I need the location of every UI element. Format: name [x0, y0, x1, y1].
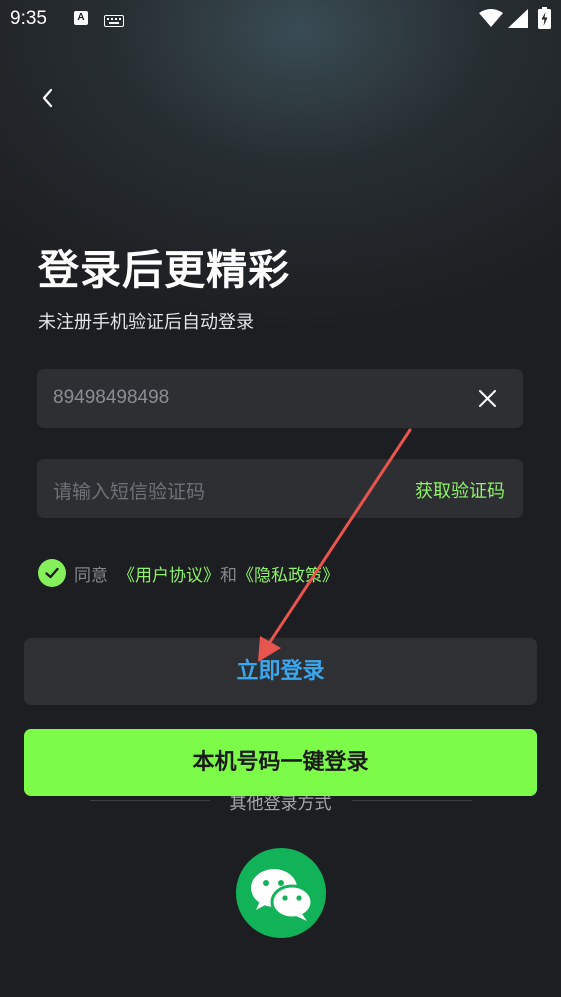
check-icon	[45, 567, 59, 579]
wechat-icon	[251, 869, 314, 921]
keyboard-icon	[104, 12, 124, 31]
agreement-and: 和	[220, 565, 237, 586]
chevron-left-icon	[42, 88, 53, 108]
page-title: 登录后更精彩	[38, 246, 290, 294]
input-method-icon: A	[74, 11, 88, 25]
sms-code-input[interactable]: 请输入短信验证码	[53, 477, 205, 504]
agreement-row: 同意 《用户协议》 和 《隐私政策》	[38, 558, 339, 588]
signal-icon	[508, 9, 528, 32]
login-screen: 9:35 A 登录后更精彩 未注册手机验证后自动登录 89498498498 请…	[0, 0, 561, 997]
close-icon	[479, 390, 496, 407]
clear-phone-button[interactable]	[474, 385, 501, 412]
status-time: 9:35	[10, 8, 47, 29]
privacy-policy-link[interactable]: 《隐私政策》	[237, 561, 339, 586]
one-key-login-button[interactable]: 本机号码一键登录	[24, 729, 537, 796]
get-code-button[interactable]: 获取验证码	[415, 477, 505, 503]
phone-field[interactable]: 89498498498	[37, 369, 523, 428]
wifi-icon	[479, 9, 503, 31]
agreement-prefix: 同意	[74, 565, 108, 586]
page-subtitle: 未注册手机验证后自动登录	[38, 312, 254, 333]
battery-icon	[538, 7, 551, 33]
status-bar: 9:35 A	[0, 0, 561, 38]
agreement-checkbox[interactable]	[38, 559, 66, 587]
login-button[interactable]: 立即登录	[24, 638, 537, 705]
phone-input-value[interactable]: 89498498498	[53, 387, 169, 409]
back-button[interactable]	[32, 82, 64, 114]
sms-code-field[interactable]: 请输入短信验证码 获取验证码	[37, 459, 523, 518]
wechat-login-button[interactable]	[236, 848, 326, 938]
user-agreement-link[interactable]: 《用户协议》	[118, 561, 220, 586]
